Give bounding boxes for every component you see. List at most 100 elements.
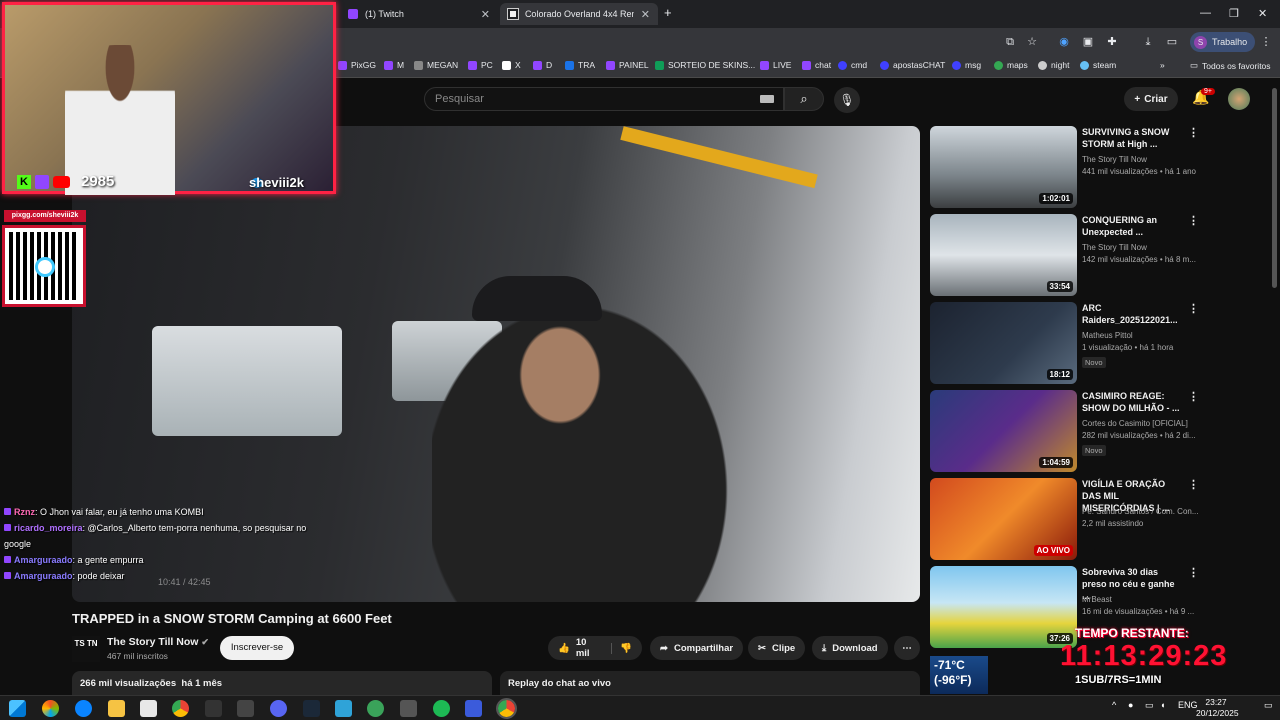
recommended-video[interactable]: 18:12 ARC Raiders_2025122021... Matheus … <box>930 302 1200 386</box>
youtube-icon <box>53 176 70 188</box>
bookmark-item[interactable]: MEGAN <box>414 60 458 70</box>
bookmark-item[interactable]: X <box>502 60 521 70</box>
app-icon[interactable] <box>433 700 450 717</box>
bookmark-item[interactable]: SORTEIO DE SKINS... <box>655 60 755 70</box>
video-thumbnail[interactable]: 1:04:59 <box>930 390 1077 472</box>
video-thumbnail[interactable]: 18:12 <box>930 302 1077 384</box>
extensions-puzzle-icon[interactable]: ✚ <box>1104 34 1120 50</box>
restore-button[interactable]: ❐ <box>1229 7 1239 20</box>
video-title: SURVIVING a SNOW STORM at High ... <box>1082 127 1170 149</box>
voice-search-button[interactable]: 🎙 <box>834 87 860 113</box>
bookmark-item[interactable]: maps <box>994 60 1028 70</box>
app-icon[interactable] <box>270 700 287 717</box>
more-options-icon[interactable]: ⋮ <box>1188 126 1199 139</box>
close-tab-icon[interactable]: ✕ <box>481 8 490 21</box>
channel-name[interactable]: The Story Till Now ✔ <box>107 636 209 648</box>
close-window-button[interactable]: ✕ <box>1258 7 1267 20</box>
description-box[interactable]: 266 mil visualizações há 1 mês <box>72 671 492 695</box>
like-button[interactable]: 👍 10 mil 👎 <box>548 636 642 660</box>
more-options-icon[interactable]: ⋮ <box>1188 566 1199 579</box>
cast-icon[interactable]: ▭ <box>1164 34 1180 50</box>
download-button[interactable]: ⤓ Download <box>812 636 888 660</box>
profile-button[interactable]: S Trabalho <box>1190 32 1256 52</box>
subscribe-button[interactable]: Inscrever-se <box>220 636 294 660</box>
steam-icon[interactable] <box>303 700 320 717</box>
video-thumbnail[interactable]: AO VIVO <box>930 478 1077 560</box>
app-icon[interactable] <box>367 700 384 717</box>
bookmark-item[interactable]: M <box>384 60 404 70</box>
bookmark-item[interactable]: steam <box>1080 60 1116 70</box>
notifications-icon[interactable]: ▭ <box>1264 700 1273 711</box>
tab-twitch[interactable]: (1) Twitch ✕ <box>340 3 498 25</box>
bookmark-item[interactable]: apostasCHAT <box>880 60 945 70</box>
video-thumbnail[interactable]: 1:02:01 <box>930 126 1077 208</box>
store-icon[interactable] <box>140 700 157 717</box>
search-input[interactable]: Pesquisar <box>424 87 784 111</box>
clip-button[interactable]: ✂ Clipe <box>748 636 806 660</box>
file-explorer-icon[interactable] <box>108 700 125 717</box>
chat-replay[interactable]: Replay do chat ao vivo <box>500 671 920 695</box>
bookmark-item[interactable]: PAINEL <box>606 60 649 70</box>
mic-tray-icon[interactable]: ● <box>1128 700 1133 710</box>
share-button[interactable]: ➦ Compartilhar <box>650 636 744 660</box>
bookmark-item[interactable]: D <box>533 60 552 70</box>
search-button[interactable]: ⌕ <box>784 87 824 111</box>
close-tab-icon[interactable]: ✕ <box>641 8 650 21</box>
volume-icon[interactable]: ◖ <box>1160 700 1165 710</box>
tray-overflow-icon[interactable]: ^ <box>1112 700 1116 710</box>
new-tab-button[interactable]: + <box>664 5 672 20</box>
settings-gear-icon[interactable] <box>237 700 254 717</box>
more-options-icon[interactable]: ⋮ <box>1188 390 1199 403</box>
bookmark-item[interactable]: TRA <box>565 60 595 70</box>
extension-audio-icon[interactable]: ◉ <box>1056 34 1072 50</box>
recommended-video[interactable]: AO VIVO VIGÍLIA E ORAÇÃO DAS MIL MISERIC… <box>930 478 1200 562</box>
chrome-icon[interactable] <box>172 700 189 717</box>
windows-start-icon[interactable] <box>9 700 26 717</box>
bookmark-item[interactable]: msg <box>952 60 981 70</box>
kick-icon: K <box>17 175 31 189</box>
channel-logo[interactable]: TS TN <box>72 636 100 662</box>
create-button[interactable]: + Criar <box>1124 87 1178 111</box>
bookmarks-overflow-icon[interactable]: » <box>1160 60 1165 70</box>
system-clock[interactable]: 23:27 20/12/2025 <box>1196 697 1239 719</box>
video-thumbnail[interactable]: 33:54 <box>930 214 1077 296</box>
network-icon[interactable]: ▭ <box>1145 700 1154 711</box>
bookmark-item[interactable]: chat <box>802 60 831 70</box>
edge-icon[interactable] <box>75 700 92 717</box>
calculator-icon[interactable] <box>400 700 417 717</box>
recommended-video[interactable]: 1:04:59 CASIMIRO REAGE: SHOW DO MILHÃO -… <box>930 390 1200 474</box>
more-actions-button[interactable]: ⋯ <box>894 636 920 660</box>
minimize-button[interactable]: — <box>1200 7 1211 19</box>
copilot-icon[interactable] <box>42 700 59 717</box>
install-icon[interactable]: ⧉ <box>1002 34 1018 50</box>
video-thumbnail[interactable]: 37:26 <box>930 566 1077 648</box>
keyboard-icon[interactable] <box>760 95 774 103</box>
bookmark-item[interactable]: night <box>1038 60 1069 70</box>
tab-label: Colorado Overland 4x4 Rentals <box>524 9 634 19</box>
bookmark-star-icon[interactable]: ☆ <box>1024 34 1040 50</box>
bookmark-item[interactable]: LIVE <box>760 60 791 70</box>
recommended-video[interactable]: 33:54 CONQUERING an Unexpected ... The S… <box>930 214 1200 298</box>
tab-colorado[interactable]: Colorado Overland 4x4 Rentals ✕ <box>500 3 658 25</box>
bookmark-item[interactable]: PixGG <box>338 60 376 70</box>
all-bookmarks[interactable]: ▭ Todos os favoritos <box>1190 60 1271 71</box>
bookmark-item[interactable]: cmd <box>838 60 867 70</box>
account-avatar[interactable] <box>1228 88 1250 110</box>
bookmark-item[interactable]: PC <box>468 60 493 70</box>
app-icon[interactable] <box>205 700 222 717</box>
more-options-icon[interactable]: ⋮ <box>1188 214 1199 227</box>
page-scrollbar[interactable] <box>1272 88 1277 288</box>
recommended-video[interactable]: 1:02:01 SURVIVING a SNOW STORM at High .… <box>930 126 1200 210</box>
video-meta: 16 mi de visualizações • há 9 ... <box>1082 607 1195 616</box>
more-options-icon[interactable]: ⋮ <box>1188 478 1199 491</box>
app-icon[interactable] <box>335 700 352 717</box>
language-indicator[interactable]: ENG <box>1178 700 1198 710</box>
download-icon[interactable]: ⤓ <box>1140 34 1156 50</box>
chrome-active-icon[interactable] <box>496 698 517 719</box>
extension-icon[interactable]: ▣ <box>1080 34 1096 50</box>
menu-kebab-icon[interactable]: ⋮ <box>1258 34 1274 50</box>
search-icon: ⌕ <box>800 91 808 106</box>
app-icon[interactable] <box>465 700 482 717</box>
more-options-icon[interactable]: ⋮ <box>1188 302 1199 315</box>
thumbs-down-icon[interactable]: 👎 <box>611 642 632 654</box>
